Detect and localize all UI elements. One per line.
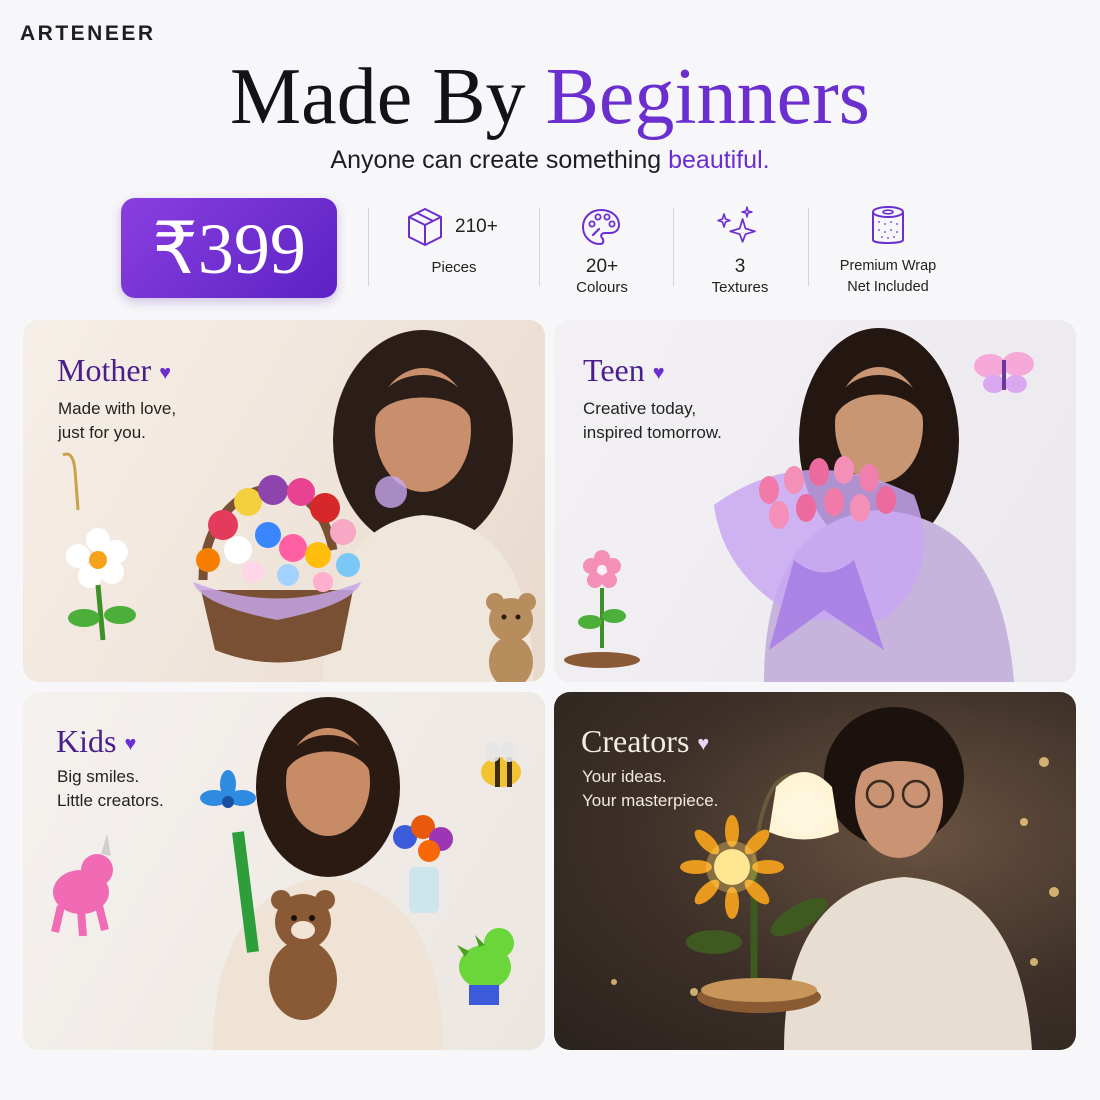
stat-pieces-value: 210+ <box>455 216 498 237</box>
subtitle-accent: beautiful. <box>668 146 770 174</box>
card-title: Creators ♥ <box>581 723 710 759</box>
heart-icon: ♥ <box>124 733 137 756</box>
title-accent: Beginners <box>545 53 870 141</box>
roll-icon <box>872 206 904 244</box>
stat-premium-wrap: Premium Wrap Net Included <box>839 258 937 295</box>
heart-icon: ♥ <box>652 362 665 385</box>
title-part1: Made By <box>230 53 546 141</box>
palette-icon <box>581 208 621 246</box>
divider <box>539 208 540 286</box>
card-title: Mother ♥ <box>57 352 172 388</box>
heart-icon: ♥ <box>159 362 172 385</box>
card-title: Teen ♥ <box>583 352 665 388</box>
stat-pieces-label: Pieces <box>431 259 477 276</box>
sparkle-icon <box>717 206 756 243</box>
card-kids: Kids ♥ Big smiles. Little creators. <box>23 692 545 1050</box>
card-caption: Your ideas. Your masterpiece. <box>582 767 719 810</box>
divider <box>673 208 674 286</box>
card-title: Kids ♥ <box>56 723 137 759</box>
heart-icon: ♥ <box>697 733 710 756</box>
card-creators: Creators ♥ Your ideas. Your masterpiece. <box>554 692 1076 1050</box>
subtitle-part1: Anyone can create something <box>330 146 669 174</box>
divider <box>808 208 809 286</box>
divider <box>368 208 369 286</box>
stat-textures: 3 Textures <box>711 256 769 296</box>
stat-colours: 20+ Colours <box>576 256 628 296</box>
price-badge: ₹399 <box>121 198 337 298</box>
page-subtitle: Anyone can create something beautiful. <box>0 146 1100 175</box>
card-caption: Big smiles. Little creators. <box>57 767 164 810</box>
box-icon <box>408 208 442 246</box>
card-mother: Mother ♥ Made with love, just for you. <box>23 320 545 682</box>
card-teen: Teen ♥ Creative today, inspired tomorrow. <box>554 320 1076 682</box>
page-title: Made By Beginners <box>0 52 1100 142</box>
card-caption: Creative today, inspired tomorrow. <box>583 399 722 442</box>
card-caption: Made with love, just for you. <box>58 399 177 442</box>
brand-logo: ARTENEER <box>20 22 156 45</box>
